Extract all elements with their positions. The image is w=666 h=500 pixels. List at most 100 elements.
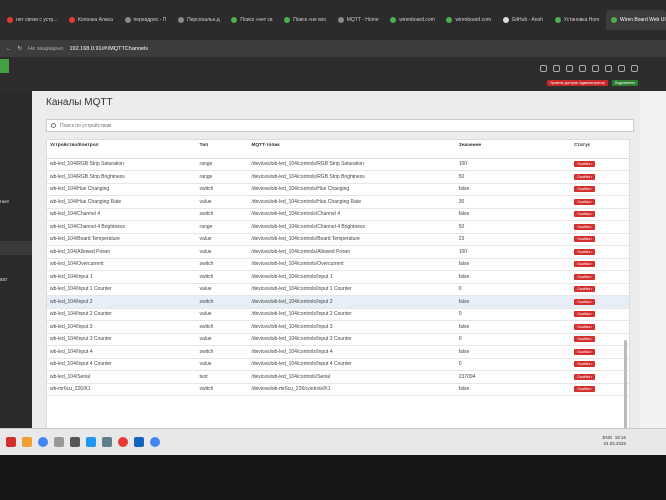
table-row[interactable]: wb-led_104/Serial text/devices/wb-led_104… — [47, 370, 629, 384]
col-device[interactable]: Устройство/Контрол — [47, 140, 197, 159]
error-status-badge[interactable]: Ошибка r — [574, 386, 596, 393]
table-row[interactable]: wb-led_104/Allowed Power value/devices/wb… — [47, 245, 629, 259]
browser-tab[interactable]: MQTT - Home — [333, 10, 384, 30]
cell-value[interactable]: 30 — [455, 195, 572, 209]
browser-tab[interactable]: Поиск «не вхо — [279, 10, 331, 30]
browser-tab[interactable]: переадрес - П — [120, 10, 172, 30]
cell-value[interactable]: 100 — [455, 158, 572, 171]
table-row[interactable]: wb-led_104/Input 1 switch/devices/wb-led_… — [47, 270, 629, 284]
sidebar-item-partial-b[interactable]: ват — [0, 277, 8, 283]
col-topic[interactable]: MQTT-топик — [248, 140, 456, 159]
cell-value[interactable]: false — [455, 320, 572, 334]
error-status-badge[interactable]: Ошибка r — [574, 161, 596, 168]
table-row[interactable]: wb-led_104/Hue Changing Rate value/device… — [47, 195, 629, 209]
error-status-badge[interactable]: Ошибка r — [574, 186, 596, 193]
error-status-badge[interactable]: Ошибка r — [574, 211, 596, 218]
col-type[interactable]: Тип — [196, 140, 249, 159]
table-row[interactable]: wb-led_104/Input 2 Counter value/devices/… — [47, 308, 629, 321]
error-status-badge[interactable]: Ошибка r — [574, 298, 596, 305]
table-row[interactable]: wb-led_104/RGB Strip Brightness range/dev… — [47, 170, 629, 184]
browser-tab[interactable]: Поиск «нет св — [226, 10, 277, 30]
access-level-badge[interactable]: Уровень доступа: Администратор — [547, 80, 608, 86]
table-row[interactable]: wb-led_104/Channel 4 switch/devices/wb-le… — [47, 208, 629, 221]
error-status-badge[interactable]: Ошибка r — [574, 223, 596, 230]
col-value[interactable]: Значение — [455, 140, 572, 159]
reload-icon[interactable]: ↻ — [18, 46, 23, 52]
table-row[interactable]: wb-led_104/Board Temperature value/device… — [47, 233, 629, 246]
error-status-badge[interactable]: Ошибка r — [574, 248, 596, 255]
table-row[interactable]: wb-led_104/Overcurrent switch/devices/wb-… — [47, 258, 629, 271]
back-icon[interactable]: ← — [6, 46, 12, 52]
cell-value[interactable]: false — [455, 383, 572, 396]
error-status-badge[interactable]: Ошибка r — [574, 286, 596, 293]
search-input[interactable] — [60, 122, 560, 129]
star-icon[interactable] — [592, 65, 599, 72]
error-status-badge[interactable]: Ошибка r — [574, 348, 596, 355]
cell-value[interactable]: 237094 — [455, 370, 572, 384]
error-status-badge[interactable]: Ошибка r — [574, 336, 596, 343]
info-icon[interactable] — [579, 65, 586, 72]
table-row[interactable]: wb-led_104/Hue Changing switch/devices/wb… — [47, 183, 629, 196]
cell-value[interactable]: false — [455, 345, 572, 359]
tray-lang[interactable]: ENG — [602, 435, 612, 440]
address-bar[interactable]: ← ↻ Не защищено 192.168.0.91/#!/MQTTChan… — [0, 40, 666, 57]
error-status-badge[interactable]: Ошибка r — [574, 173, 596, 180]
cell-value[interactable]: 100 — [455, 245, 572, 259]
app-icon-dark[interactable] — [70, 437, 80, 447]
cell-value[interactable]: false — [455, 270, 572, 284]
app-icon-gray[interactable] — [54, 437, 64, 447]
eye-icon[interactable] — [540, 65, 547, 72]
copy-icon[interactable] — [605, 65, 612, 72]
cell-value[interactable]: 0 — [455, 308, 572, 321]
cell-value[interactable]: 50 — [455, 170, 572, 184]
error-status-badge[interactable]: Ошибка r — [574, 261, 596, 268]
cell-value[interactable]: 0 — [455, 283, 572, 296]
browser-tab[interactable]: GitHub - Anoh — [498, 10, 548, 30]
table-row[interactable]: wb-led_104/RGB Strip Saturation range/dev… — [47, 158, 629, 171]
menu-icon[interactable] — [631, 65, 638, 72]
system-tray[interactable]: ENG 18:16 24.02.2025 — [602, 435, 626, 447]
app-icon-red[interactable] — [6, 437, 16, 447]
browser-tab[interactable]: Установка Hom — [550, 10, 604, 30]
camera-icon[interactable] — [566, 65, 573, 72]
app-icon-blue[interactable] — [86, 437, 96, 447]
extension-icon[interactable] — [618, 65, 625, 72]
col-status[interactable]: Статус — [571, 140, 629, 159]
chrome-icon[interactable] — [38, 437, 48, 447]
browser-tab[interactable]: Персональн.д — [173, 10, 224, 30]
cell-value[interactable]: 23 — [455, 233, 572, 246]
app-icon-slate[interactable] — [102, 437, 112, 447]
table-row[interactable]: wb-led_104/Input 1 Counter value/devices/… — [47, 283, 629, 296]
browser-tab[interactable]: нет связи с устр... — [2, 10, 62, 30]
cell-value[interactable]: 50 — [455, 220, 572, 234]
error-status-badge[interactable]: Ошибка r — [574, 198, 596, 205]
url-text[interactable]: 192.168.0.91/#!/MQTTChannels — [69, 46, 148, 52]
browser-tab[interactable]: wirenboard.com — [441, 10, 495, 30]
table-row[interactable]: wb-led_104/Channel 4 Brightness range/dev… — [47, 220, 629, 234]
error-status-badge[interactable]: Ошибка r — [574, 361, 596, 368]
cell-value[interactable]: 0 — [455, 358, 572, 371]
cell-value[interactable]: false — [455, 183, 572, 196]
error-status-badge[interactable]: Ошибка r — [574, 273, 596, 280]
app-icon-navy[interactable] — [134, 437, 144, 447]
browser-tab[interactable]: wirenboard.com — [385, 10, 439, 30]
folder-icon[interactable] — [22, 437, 32, 447]
device-search[interactable] — [46, 119, 634, 132]
cell-value[interactable]: false — [455, 208, 572, 221]
cell-value[interactable]: false — [455, 295, 572, 309]
cell-value[interactable]: 0 — [455, 333, 572, 346]
error-status-badge[interactable]: Ошибка r — [574, 373, 596, 380]
table-row[interactable]: wb-led_104/Input 3 switch/devices/wb-led_… — [47, 320, 629, 334]
table-row[interactable]: wb-led_104/Input 2 switch/devices/wb-led_… — [47, 295, 629, 309]
sidebar-selected-item[interactable] — [0, 241, 32, 255]
table-row[interactable]: wb-led_104/Input 4 switch/devices/wb-led_… — [47, 345, 629, 359]
error-status-badge[interactable]: Ошибка r — [574, 236, 596, 243]
grid-icon[interactable] — [553, 65, 560, 72]
table-row[interactable]: wb-led_104/Input 3 Counter value/devices/… — [47, 333, 629, 346]
browser-tab[interactable]: Колонка Алиса — [64, 10, 118, 30]
table-row[interactable]: wb-led_104/Input 4 Counter value/devices/… — [47, 358, 629, 371]
chrome-icon-2[interactable] — [150, 437, 160, 447]
cell-value[interactable]: false — [455, 258, 572, 271]
error-status-badge[interactable]: Ошибка r — [574, 311, 596, 318]
browser-tab[interactable]: Wiren Board Web UI — [605, 10, 666, 30]
